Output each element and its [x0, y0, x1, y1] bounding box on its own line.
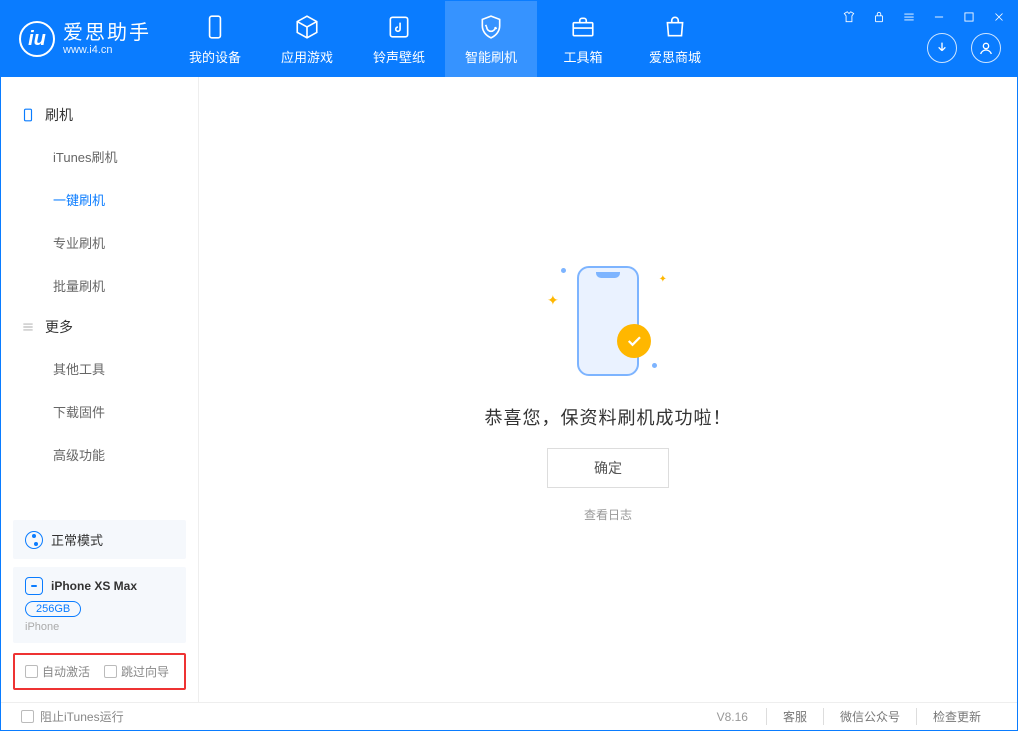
maximize-icon[interactable]	[961, 9, 977, 25]
nav-smart-flash[interactable]: 智能刷机	[445, 1, 537, 77]
device-icon	[21, 108, 35, 122]
mode-label: 正常模式	[51, 530, 103, 549]
sidebar-section-flash: 刷机	[1, 95, 198, 135]
refresh-shield-icon	[477, 13, 505, 41]
menu-icon[interactable]	[901, 9, 917, 25]
sparkle-icon: ✦	[659, 274, 667, 285]
shopping-bag-icon	[661, 13, 689, 41]
checkbox-icon	[21, 710, 34, 723]
sidebar-item-batch-flash[interactable]: 批量刷机	[1, 264, 198, 307]
section-title: 更多	[45, 317, 73, 337]
sidebar-item-itunes-flash[interactable]: iTunes刷机	[1, 135, 198, 178]
success-message: 恭喜您，保资料刷机成功啦！	[485, 404, 732, 430]
close-icon[interactable]	[991, 9, 1007, 25]
top-nav: 我的设备 应用游戏 铃声壁纸 智能刷机 工具箱 爱思商城	[169, 1, 721, 77]
check-badge-icon	[617, 324, 651, 358]
nav-apps-games[interactable]: 应用游戏	[261, 1, 353, 77]
briefcase-icon	[569, 13, 597, 41]
checkbox-auto-activate[interactable]: 自动激活	[25, 663, 90, 680]
device-card[interactable]: iPhone XS Max 256GB iPhone	[13, 567, 186, 643]
footer-link-wechat[interactable]: 微信公众号	[823, 708, 916, 725]
sidebar-item-oneclick-flash[interactable]: 一键刷机	[1, 178, 198, 221]
device-type: iPhone	[25, 621, 174, 633]
mode-indicator[interactable]: 正常模式	[13, 520, 186, 559]
checkbox-label: 自动激活	[42, 663, 90, 680]
minimize-icon[interactable]	[931, 9, 947, 25]
mode-icon	[25, 531, 43, 549]
list-icon	[21, 320, 35, 334]
view-log-link[interactable]: 查看日志	[584, 506, 632, 523]
lock-icon[interactable]	[871, 9, 887, 25]
confirm-button[interactable]: 确定	[547, 448, 669, 488]
checkbox-skip-guide[interactable]: 跳过向导	[104, 663, 169, 680]
app-header: iu 爱思助手 www.i4.cn 我的设备 应用游戏 铃声壁纸 智能刷机 工具…	[1, 1, 1017, 77]
device-icon	[25, 577, 43, 595]
sidebar-item-advanced[interactable]: 高级功能	[1, 433, 198, 476]
footer-link-support[interactable]: 客服	[766, 708, 823, 725]
user-button[interactable]	[971, 33, 1001, 63]
footer: 阻止iTunes运行 V8.16 客服 微信公众号 检查更新	[1, 702, 1017, 730]
success-illustration: ✦ ✦	[543, 256, 673, 386]
nav-label: 铃声壁纸	[373, 47, 425, 66]
checkbox-label: 阻止iTunes运行	[40, 708, 124, 725]
options-highlight-box: 自动激活 跳过向导	[13, 653, 186, 690]
footer-link-update[interactable]: 检查更新	[916, 708, 997, 725]
phone-outline-icon	[577, 266, 639, 376]
section-title: 刷机	[45, 105, 73, 125]
shirt-icon[interactable]	[841, 9, 857, 25]
sidebar-item-download-firmware[interactable]: 下载固件	[1, 390, 198, 433]
sparkle-icon: ✦	[547, 292, 559, 309]
header-action-icons	[927, 33, 1001, 63]
nav-my-device[interactable]: 我的设备	[169, 1, 261, 77]
music-note-icon	[385, 13, 413, 41]
checkbox-icon	[25, 665, 38, 678]
logo-icon: iu	[19, 21, 55, 57]
sidebar-item-pro-flash[interactable]: 专业刷机	[1, 221, 198, 264]
sidebar: 刷机 iTunes刷机 一键刷机 专业刷机 批量刷机 更多 其他工具 下载固件 …	[1, 77, 199, 702]
device-name: iPhone XS Max	[51, 579, 137, 593]
download-button[interactable]	[927, 33, 957, 63]
logo-area: iu 爱思助手 www.i4.cn	[1, 21, 169, 57]
sidebar-item-other-tools[interactable]: 其他工具	[1, 347, 198, 390]
sidebar-section-more: 更多	[1, 307, 198, 347]
version-label: V8.16	[717, 710, 748, 724]
main-content: ✦ ✦ 恭喜您，保资料刷机成功啦！ 确定 查看日志	[199, 77, 1017, 702]
storage-badge: 256GB	[25, 601, 81, 617]
nav-toolbox[interactable]: 工具箱	[537, 1, 629, 77]
window-controls	[841, 9, 1007, 25]
app-subtitle: www.i4.cn	[63, 44, 151, 56]
checkbox-block-itunes[interactable]: 阻止iTunes运行	[21, 708, 124, 725]
nav-ringtone-wallpaper[interactable]: 铃声壁纸	[353, 1, 445, 77]
app-title: 爱思助手	[63, 22, 151, 44]
phone-icon	[201, 13, 229, 41]
nav-store[interactable]: 爱思商城	[629, 1, 721, 77]
checkbox-label: 跳过向导	[121, 663, 169, 680]
cube-icon	[293, 13, 321, 41]
nav-label: 工具箱	[563, 47, 602, 66]
nav-label: 智能刷机	[465, 47, 517, 66]
checkbox-icon	[104, 665, 117, 678]
nav-label: 应用游戏	[281, 47, 333, 66]
nav-label: 爱思商城	[649, 47, 701, 66]
nav-label: 我的设备	[189, 47, 241, 66]
